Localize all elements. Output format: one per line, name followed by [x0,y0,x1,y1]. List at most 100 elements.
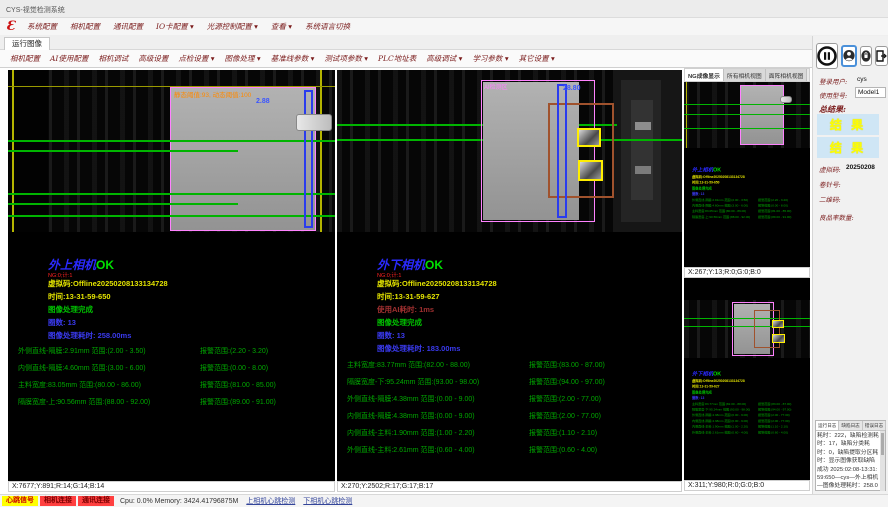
camera-status: OK [96,258,114,272]
tool-advanced-debug[interactable]: 高级调试 ▾ [426,53,462,64]
done-line: 图像处理完成 [48,304,93,315]
mini-canvas-lower[interactable]: 外下相机OK 虚拟码:Offline20250208133134728 时间:1… [684,278,810,480]
tool-plc-address-table[interactable]: PLC地址表 [378,53,416,64]
alarm-range: 报警范围:(81.00 - 85.00) [200,380,276,390]
measurement-value: 隔膜宽度-上:90.56mm 范围:(88.00 - 92.00) [18,397,150,407]
barcode-line: 虚拟码:Offline20250208133134728 [692,174,810,179]
lock-button[interactable] [860,46,872,66]
cpu-memory-status: Cpu: 0.0% Memory: 3424.41796875M [120,498,238,505]
blue-measure-roi [557,84,567,218]
login-user-label: 登录用户: [819,76,847,86]
log-scrollbar[interactable] [880,431,885,491]
alarm-range: 报警范围:(1.10 - 2.10) [758,425,788,429]
measurement-value: 外侧直线-隔膜:4.38mm 范围:(0.00 - 9.00) [347,394,475,404]
alarm-range: 报警范围:(94.00 - 97.00) [529,377,605,387]
measurement-row: 外侧直线-主料:2.61mm 范围:(0.60 - 4.00) 报警范围:(0.… [337,445,682,459]
tab-all-cameras[interactable]: 所有相机视图 [724,69,766,81]
tab-ng-display[interactable]: NG成像显示 [685,69,724,81]
tab-area-cameras[interactable]: 面阵相机视图 [766,69,808,81]
measurement-row: 内侧直线-主料:1.90mm 范围:(1.00 - 2.20) 报警范围:(1.… [337,428,682,442]
camera-image-upper: 静态阈值:93, 动态阈值:100 2.88 [8,70,335,232]
barcode-line: 虚拟码:Offline20250208133134728 [48,278,168,289]
menu-light-config[interactable]: 光源控制配置 ▾ [207,21,258,32]
tool-learning-params[interactable]: 学习参数 ▾ [472,53,508,64]
result-text: 结 果 [830,116,866,133]
log-tab-defect[interactable]: 缺陷日志 [839,421,862,430]
virtual-code-value: 20250208 [846,164,875,171]
tool-test-params[interactable]: 测试项参数 ▾ [324,53,368,64]
time-line: 时间:13-31-59-627 [377,291,440,302]
ai-region-label: AI检测区 [484,82,508,91]
exit-button[interactable] [875,46,888,66]
alarm-range: 报警范围:(94.00 - 97.00) [758,407,791,411]
menu-system-config[interactable]: 系统配置 [27,21,57,32]
camera-view-lower-outer: AI检测区 28.80 外下相机OK NG:0;计:1 虚拟码:Offline2… [337,70,682,492]
log-panel: 运行日志 缺陷日志 错误日志 耗时：222，缺陷检测耗时：17，缺陷分类耗时：0… [815,420,886,491]
camera-title-upper: 外上相机OK [692,166,810,173]
measurement-row: 隔膜宽度-上:90.56mm 范围:(88.00 - 92.00)报警范围:(8… [692,215,810,219]
measurement-row: 内侧直线-隔膜:4.38mm 范围:(0.00 - 9.00)报警范围:(2.0… [692,419,810,423]
app-window: CYS-视觉检测系统 Ɛ 系统配置 相机配置 通讯配置 IO卡配置 ▾ 光源控制… [0,0,888,522]
green-baseline [684,114,810,115]
tool-ai-config[interactable]: AI使用配置 [50,53,88,64]
model-select[interactable]: Model1 [855,87,886,98]
alarm-range: 报警范围:(89.00 - 91.00) [200,397,276,407]
pause-button[interactable] [816,43,838,69]
tab-run-image[interactable]: 运行图像 [4,37,50,50]
menu-bar: Ɛ 系统配置 相机配置 通讯配置 IO卡配置 ▾ 光源控制配置 ▾ 查看 ▾ 系… [0,18,888,35]
connector-part [780,96,792,103]
threshold-overlay-label: 静态阈值:93, 动态阈值:100 [174,89,251,99]
camera-canvas-upper[interactable]: 静态阈值:93, 动态阈值:100 2.88 外上相机OK NG:0;计:1 虚… [8,70,335,481]
barcode-line: 虚拟码:Offline20250208133134728 [377,278,497,289]
yellow-guide-line [320,70,322,232]
measurement-row: 外侧直线-隔膜:2.91mm 范围:(2.00 - 3.50)报警范围:(2.2… [692,198,810,202]
comm-connection-badge: 通讯连接 [78,496,114,506]
yellow-feature-roi [578,160,603,181]
user-icon [843,49,855,63]
tool-spotcheck-settings[interactable]: 点检设置 ▾ [178,53,214,64]
camera-image-lower: AI检测区 28.80 [337,70,682,232]
pixel-coordinate-bar: X:270;Y:2502;R:17;G:17;B:17 [337,481,682,492]
measurement-value: 内侧直线-隔膜:4.60mm 范围:(3.00 - 6.00) [18,363,146,373]
menu-camera-config[interactable]: 相机配置 [70,21,100,32]
tool-baseline-params[interactable]: 基准线参数 ▾ [271,53,315,64]
camera-name: 外下相机 [377,258,425,272]
exit-door-icon [876,50,887,62]
log-tab-run[interactable]: 运行日志 [816,421,839,430]
green-baseline [8,140,335,142]
log-tabs: 运行日志 缺陷日志 错误日志 [816,421,885,431]
mini-image-upper [684,82,810,148]
menu-view[interactable]: 查看 ▾ [271,21,292,32]
green-baseline [8,150,238,152]
measurement-row: 外侧直线-主料:2.61mm 范围:(0.60 - 4.00)报警范围:(0.6… [692,430,810,434]
time-line: 时间:13-31-59-650 [48,291,111,302]
log-text: 耗时：222，缺陷检测耗时：17，缺陷分类耗时：0，缺陷提取分区耗时：显示图像获… [817,432,880,490]
menu-comm-config[interactable]: 通讯配置 [113,21,143,32]
tool-camera-config[interactable]: 相机配置 [10,53,40,64]
measurement-value: 外侧直线-隔膜:2.91mm 范围:(2.00 - 3.50) [18,346,146,356]
log-tab-error[interactable]: 错误日志 [863,421,886,430]
panel-button-row [816,42,888,70]
measurement-value: 内侧直线-隔膜:4.38mm 范围:(0.00 - 9.00) [692,419,758,423]
time-line: 时间:13-31-59-627 [692,384,810,389]
camera-name: 外下相机 [692,371,713,377]
upper-camera-heartbeat-link[interactable]: 上相机心跳检测 [246,496,295,506]
mini-canvas-upper[interactable]: 外上相机OK 虚拟码:Offline20250208133134728 时间:1… [684,82,810,267]
done-line: 图像处理完成 [692,390,810,395]
product-region [170,87,316,231]
menu-language-switch[interactable]: 系统语言切换 [305,21,350,32]
mini-view-tabs: NG成像显示 所有相机视图 面阵相机视图 [684,68,810,82]
camera-canvas-lower[interactable]: AI检测区 28.80 外下相机OK NG:0;计:1 虚拟码:Offline2… [337,70,682,481]
tool-camera-debug[interactable]: 相机调试 [98,53,128,64]
result-text: 结 果 [830,139,866,156]
camera-status: OK [713,371,721,377]
tool-other-settings[interactable]: 其它设置 ▾ [519,53,555,64]
count-line: 圈数: 13 [48,317,76,328]
lower-camera-heartbeat-link[interactable]: 下相机心跳检测 [303,496,352,506]
tool-image-processing[interactable]: 图像处理 ▾ [225,53,261,64]
menu-io-config[interactable]: IO卡配置 ▾ [156,21,194,32]
camera-name: 外上相机 [692,167,713,173]
login-user-button[interactable] [841,45,857,67]
model-label: 使用型号: [819,90,847,100]
tool-advanced-settings[interactable]: 高级设置 [138,53,168,64]
